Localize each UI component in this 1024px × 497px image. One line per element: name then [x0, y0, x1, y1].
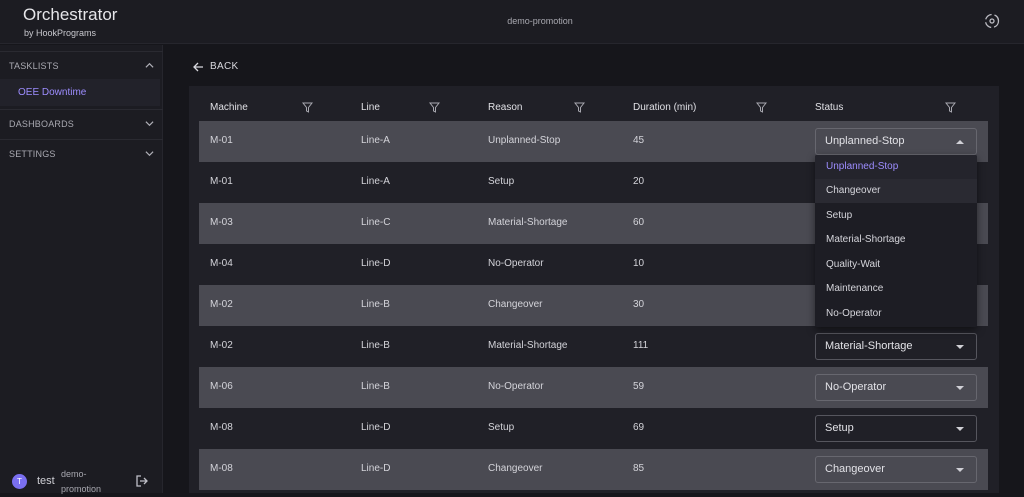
- status-select-value: Setup: [825, 422, 854, 434]
- filter-icon[interactable]: [945, 102, 956, 113]
- cell-duration: 10: [633, 258, 645, 269]
- column-header-status[interactable]: Status: [815, 102, 843, 113]
- chevron-down-icon: [145, 121, 154, 127]
- dropdown-option[interactable]: Maintenance: [815, 277, 977, 301]
- dropdown-option[interactable]: No-Operator: [815, 302, 977, 326]
- filter-icon[interactable]: [574, 102, 585, 113]
- cell-duration: 20: [633, 176, 645, 187]
- cell-reason: Setup: [488, 176, 515, 187]
- status-select[interactable]: Changeover: [815, 456, 977, 483]
- table-row[interactable]: M-08 Line-D Setup 69 Setup: [199, 408, 988, 449]
- column-header-duration[interactable]: Duration (min): [633, 102, 696, 113]
- sidebar-section-dashboards[interactable]: DASHBOARDS: [0, 110, 163, 138]
- chevron-down-icon: [145, 151, 154, 157]
- chevron-up-icon: [145, 62, 154, 68]
- dropdown-option[interactable]: Quality-Wait: [815, 253, 977, 277]
- workspace-name: demo-promotion: [507, 16, 573, 26]
- column-header-reason[interactable]: Reason: [488, 102, 522, 113]
- cell-reason: Unplanned-Stop: [488, 135, 561, 146]
- cell-line: Line-A: [361, 135, 390, 146]
- cell-reason: No-Operator: [488, 381, 544, 392]
- cell-machine: M-01: [210, 176, 233, 187]
- cell-line: Line-D: [361, 422, 391, 433]
- dropdown-option[interactable]: Changeover: [815, 179, 977, 203]
- cell-machine: M-03: [210, 217, 233, 228]
- cell-machine: M-02: [210, 299, 233, 310]
- back-label: BACK: [210, 61, 239, 72]
- sidebar-item-label: OEE Downtime: [18, 87, 87, 98]
- cell-reason: Changeover: [488, 299, 543, 310]
- column-header-machine[interactable]: Machine: [210, 102, 248, 113]
- cell-duration: 69: [633, 422, 645, 433]
- caret-down-icon: [956, 386, 964, 390]
- sync-icon[interactable]: [983, 12, 1001, 30]
- section-label: SETTINGS: [9, 149, 56, 159]
- status-select-value: Material-Shortage: [825, 340, 913, 352]
- dropdown-option[interactable]: Setup: [815, 204, 977, 228]
- cell-duration: 45: [633, 135, 645, 146]
- top-bar: Orchestrator by HookPrograms demo-promot…: [0, 0, 1024, 44]
- cell-line: Line-A: [361, 176, 390, 187]
- caret-up-icon: [956, 140, 964, 144]
- cell-machine: M-06: [210, 381, 233, 392]
- filter-icon[interactable]: [429, 102, 440, 113]
- cell-reason: Changeover: [488, 463, 543, 474]
- cell-line: Line-C: [361, 217, 391, 228]
- cell-machine: M-04: [210, 258, 233, 269]
- cell-line: Line-D: [361, 463, 391, 474]
- section-label: DASHBOARDS: [9, 119, 75, 129]
- cell-machine: M-08: [210, 463, 233, 474]
- arrow-left-icon: [193, 62, 203, 72]
- table-row[interactable]: M-02 Line-B Material-Shortage 111 Materi…: [199, 326, 988, 367]
- status-select-value: Changeover: [825, 463, 885, 475]
- cell-reason: Material-Shortage: [488, 217, 568, 228]
- status-select[interactable]: Setup: [815, 415, 977, 442]
- avatar[interactable]: T: [12, 474, 27, 489]
- status-select[interactable]: Material-Shortage: [815, 333, 977, 360]
- cell-duration: 59: [633, 381, 645, 392]
- logout-icon[interactable]: [135, 474, 149, 488]
- cell-machine: M-02: [210, 340, 233, 351]
- caret-down-icon: [956, 468, 964, 472]
- dropdown-option[interactable]: Unplanned-Stop: [815, 155, 977, 179]
- sidebar-item-oee-downtime[interactable]: OEE Downtime: [0, 79, 160, 106]
- cell-duration: 85: [633, 463, 645, 474]
- cell-reason: Material-Shortage: [488, 340, 568, 351]
- user-name: test: [37, 475, 55, 487]
- status-select[interactable]: No-Operator: [815, 374, 977, 401]
- filter-icon[interactable]: [302, 102, 313, 113]
- cell-machine: M-01: [210, 135, 233, 146]
- cell-machine: M-08: [210, 422, 233, 433]
- app-subtitle: by HookPrograms: [24, 28, 97, 38]
- sidebar-section-tasklists[interactable]: TASKLISTS: [0, 52, 163, 80]
- cell-line: Line-B: [361, 340, 390, 351]
- cell-duration: 111: [633, 340, 649, 351]
- caret-down-icon: [956, 345, 964, 349]
- cell-line: Line-D: [361, 258, 391, 269]
- filter-icon[interactable]: [756, 102, 767, 113]
- dropdown-option[interactable]: Material-Shortage: [815, 228, 977, 252]
- cell-duration: 30: [633, 299, 645, 310]
- cell-line: Line-B: [361, 299, 390, 310]
- table-row[interactable]: M-08 Line-D Changeover 85 Changeover: [199, 449, 988, 490]
- status-dropdown-menu: Unplanned-Stop Changeover Setup Material…: [815, 155, 977, 327]
- caret-down-icon: [956, 427, 964, 431]
- section-label: TASKLISTS: [9, 61, 59, 71]
- sidebar: TASKLISTS OEE Downtime DASHBOARDS SETTIN…: [0, 45, 163, 493]
- sidebar-section-settings[interactable]: SETTINGS: [0, 140, 163, 168]
- status-select[interactable]: Unplanned-Stop: [815, 128, 977, 155]
- column-header-line[interactable]: Line: [361, 102, 380, 113]
- cell-duration: 60: [633, 217, 645, 228]
- cell-line: Line-B: [361, 381, 390, 392]
- cell-reason: Setup: [488, 422, 515, 433]
- status-select-value: Unplanned-Stop: [825, 135, 905, 147]
- table-row[interactable]: M-06 Line-B No-Operator 59 No-Operator: [199, 367, 988, 408]
- cell-reason: No-Operator: [488, 258, 544, 269]
- status-select-value: No-Operator: [825, 381, 887, 393]
